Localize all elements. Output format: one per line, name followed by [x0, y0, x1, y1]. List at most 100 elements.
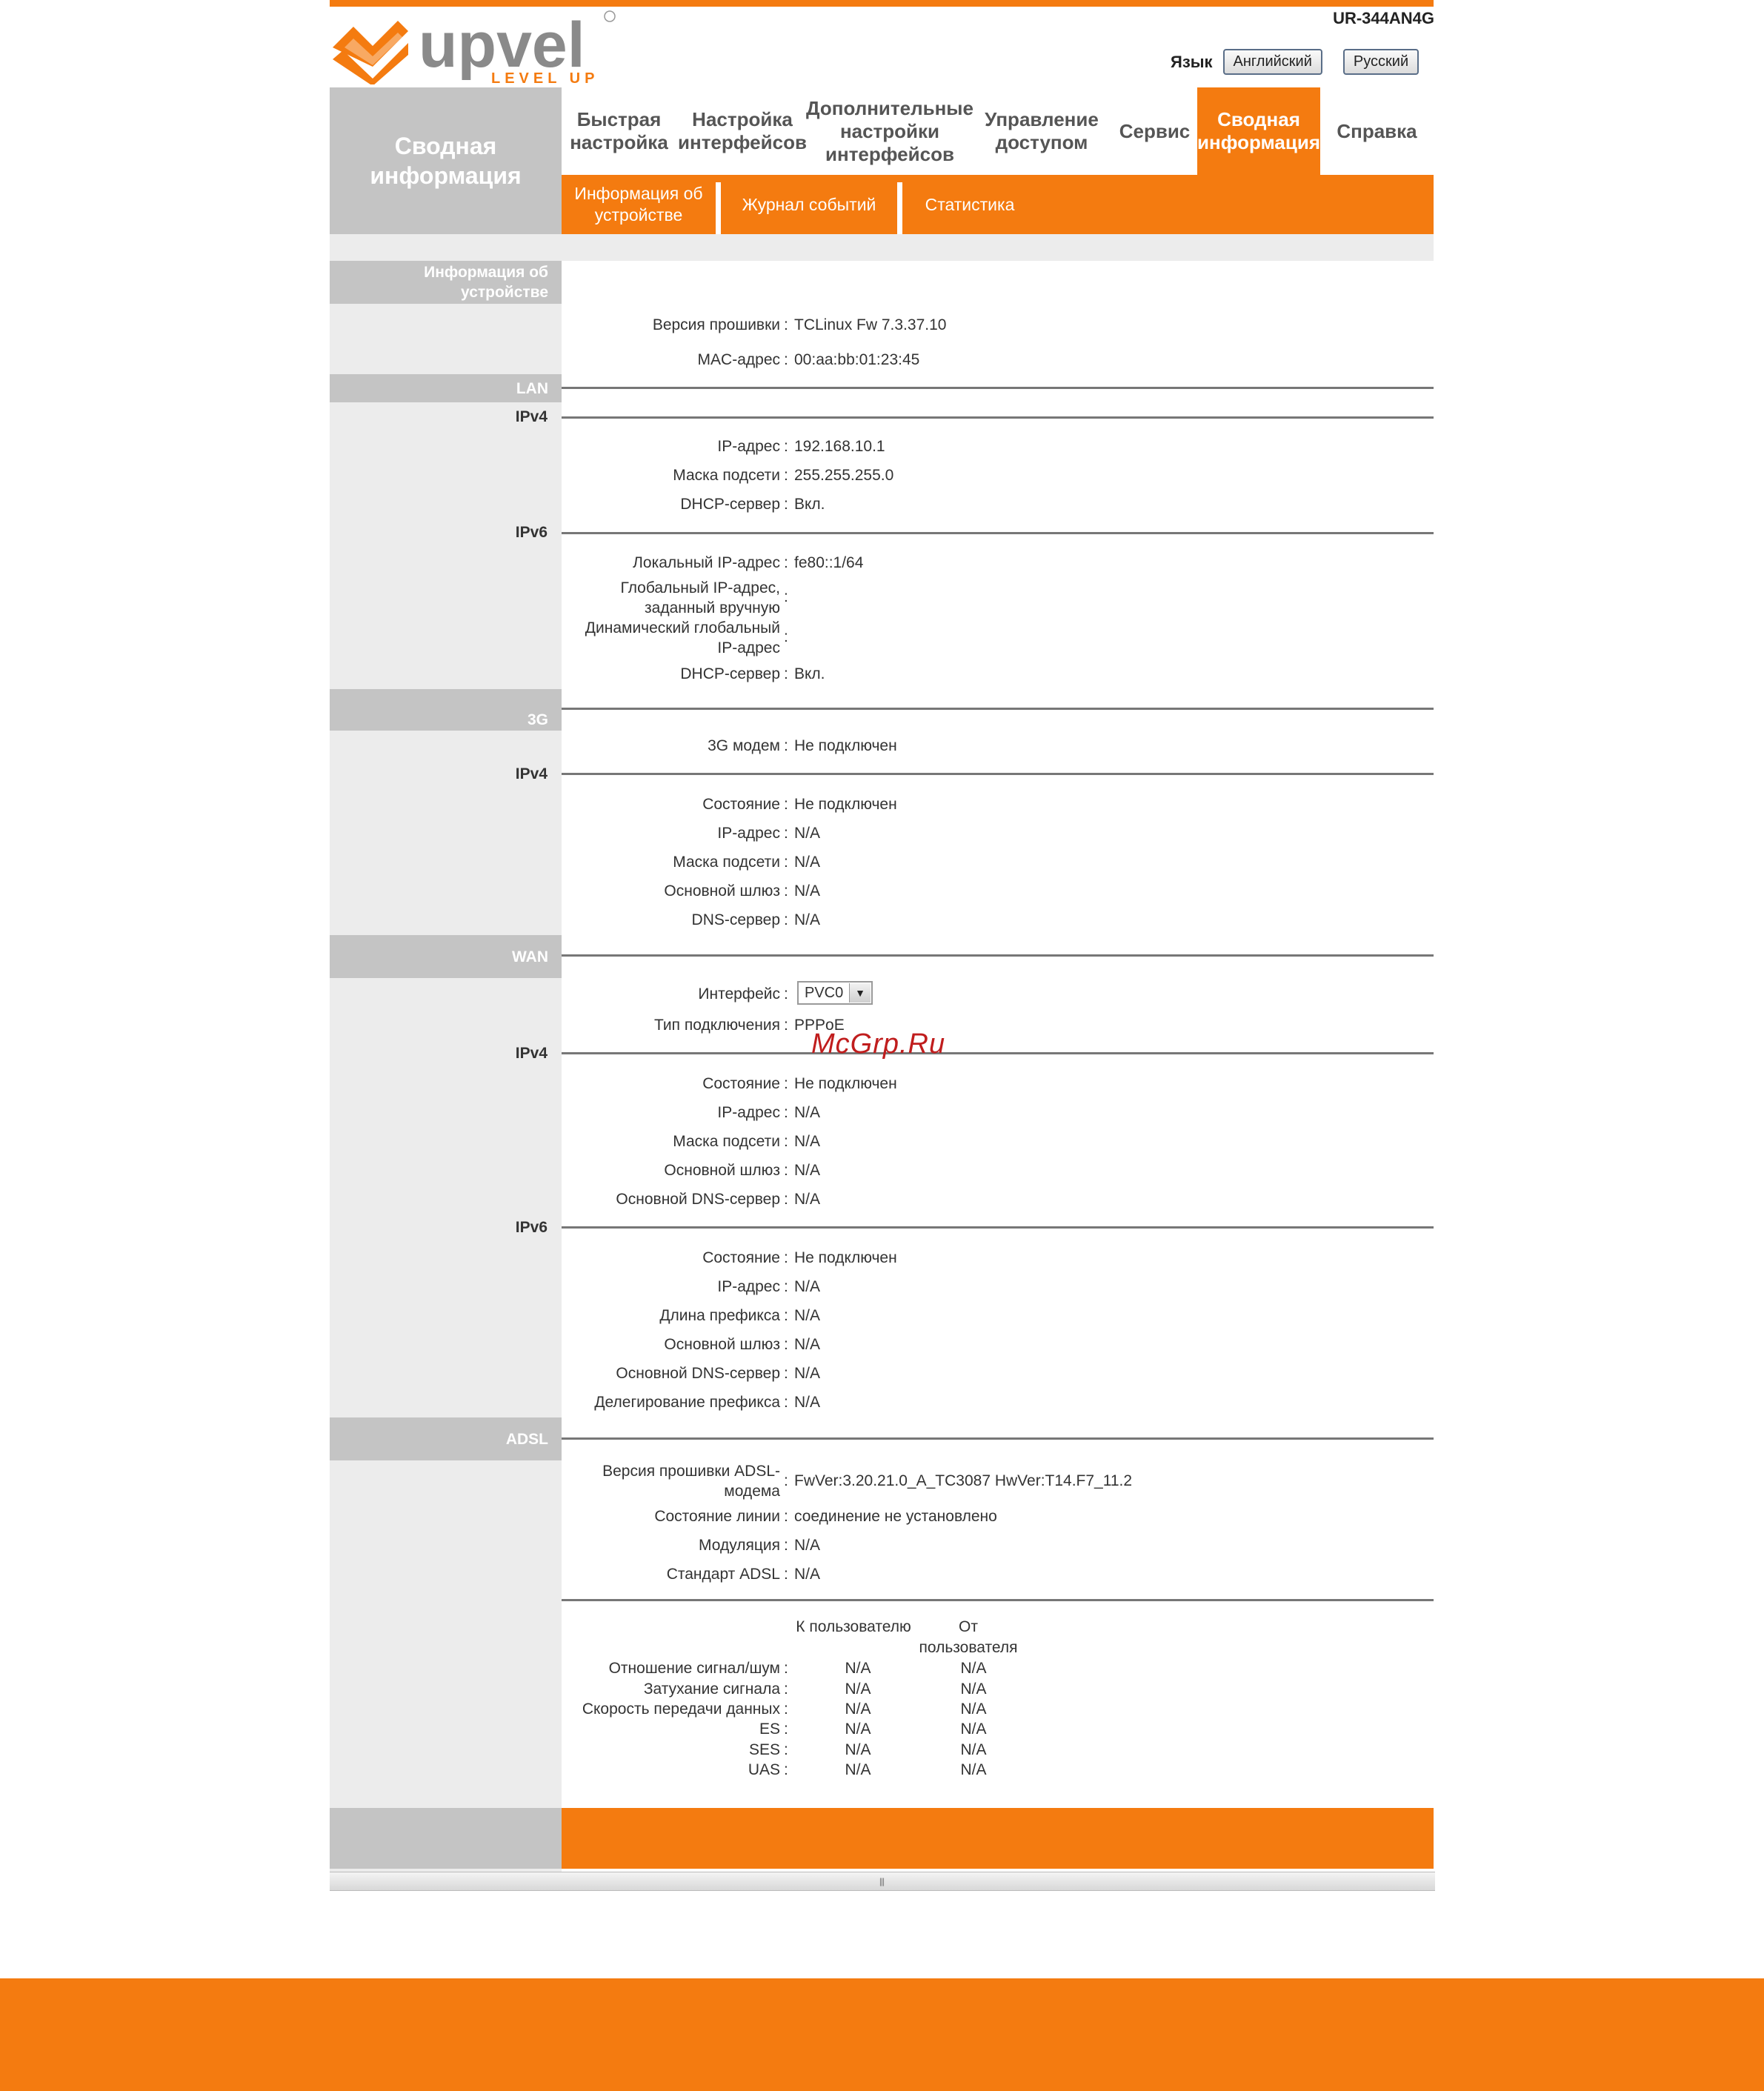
- divider: [562, 954, 1434, 957]
- stat-label: SES: [748, 1741, 780, 1758]
- footer-left: [330, 1808, 562, 1869]
- page-bottom-band: [0, 1978, 1764, 2091]
- interface-select[interactable]: PVC0 ▼: [797, 981, 873, 1005]
- stat-up: N/A: [960, 1660, 987, 1677]
- stat-up: N/A: [960, 1761, 987, 1778]
- field-value: Не подключен: [794, 796, 897, 813]
- scrollbar-grip-icon[interactable]: |||: [852, 1876, 911, 1886]
- field-label: Делегирование префикса: [594, 1394, 780, 1411]
- nav-help[interactable]: Справка: [1320, 87, 1434, 175]
- section-device-info-header: Информация об устройстве: [330, 261, 562, 304]
- field-value: N/A: [794, 1566, 821, 1583]
- subtab-event-log[interactable]: Журнал событий: [721, 175, 897, 234]
- section-title: LAN: [516, 379, 548, 397]
- nav-maintenance[interactable]: Сервис: [1112, 87, 1197, 175]
- field-label: Локальный IP-адрес: [633, 554, 780, 571]
- nav-access-management[interactable]: Управление доступом: [971, 87, 1112, 175]
- field-label: Основной шлюз: [664, 1336, 780, 1353]
- field-value: fe80::1/64: [794, 554, 864, 571]
- stat-up: N/A: [960, 1721, 987, 1738]
- divider: [562, 532, 1434, 534]
- section-title: WAN: [512, 948, 548, 965]
- subtab-statistics[interactable]: Статистика: [902, 175, 1037, 234]
- divider: [562, 708, 1434, 710]
- field-value: N/A: [794, 1104, 821, 1121]
- subtab-divider: [897, 182, 902, 234]
- field-value: Вкл.: [794, 665, 825, 682]
- field-label: Основной шлюз: [664, 882, 780, 900]
- english-language-button[interactable]: Английский: [1222, 49, 1322, 75]
- field-value: N/A: [794, 1133, 821, 1150]
- field-value: Не подключен: [794, 737, 897, 754]
- content-top-spacer: [330, 234, 1434, 261]
- nav-interface-setup[interactable]: Настройка интерфейсов: [676, 87, 808, 175]
- field-value: N/A: [794, 854, 821, 871]
- language-label: Язык: [1171, 52, 1213, 71]
- subtab-device-info[interactable]: Информация об устройстве: [562, 175, 716, 234]
- field-value: N/A: [794, 1365, 821, 1382]
- field-label: 3G модем: [708, 737, 780, 754]
- section-title: ADSL: [505, 1430, 548, 1448]
- page-title: Сводная информация: [330, 87, 562, 234]
- stat-down: N/A: [845, 1721, 871, 1738]
- field-label: Тип подключения: [654, 1017, 780, 1034]
- upvel-logo[interactable]: upvel LEVEL UP: [330, 9, 619, 87]
- field-value: 00:aa:bb:01:23:45: [794, 351, 920, 368]
- divider: [562, 416, 1434, 419]
- field-label: Маска подсети: [673, 854, 780, 871]
- chevron-down-icon[interactable]: ▼: [849, 983, 871, 1003]
- sub-nav: Информация об устройстве Журнал событий …: [562, 175, 1434, 234]
- field-label: Интерфейс: [698, 985, 780, 1003]
- subtab-divider: [716, 182, 721, 234]
- field-label: Длина префикса: [659, 1307, 780, 1324]
- field-label: IP-адрес: [717, 1104, 780, 1121]
- lan-ipv6-label: IPv6: [515, 524, 547, 541]
- section-adsl-header: ADSL: [330, 1417, 562, 1460]
- select-value: PVC0: [805, 984, 844, 1001]
- russian-language-button[interactable]: Русский: [1342, 49, 1419, 75]
- field-value: N/A: [794, 1191, 821, 1208]
- brand-tagline: LEVEL UP: [491, 70, 599, 84]
- section-title: 3G: [527, 711, 548, 728]
- stat-label: Затухание сигнала: [643, 1681, 780, 1698]
- field-label: IP-адрес: [717, 438, 780, 455]
- column-header-upstream: От пользователя: [919, 1618, 1018, 1656]
- top-accent-bar: [330, 0, 1434, 7]
- stat-up: N/A: [960, 1701, 987, 1718]
- field-label: IP-адрес: [717, 825, 780, 842]
- field-label: MAC-адрес: [697, 351, 780, 368]
- lan-ipv4-label: IPv4: [515, 408, 547, 425]
- nav-status-active[interactable]: Сводная информация: [1197, 87, 1320, 175]
- language-switcher: Язык Английский Русский: [1171, 49, 1419, 75]
- divider: [562, 773, 1434, 775]
- divider: [562, 1226, 1434, 1229]
- field-value: N/A: [794, 1162, 821, 1179]
- footer-bar: [562, 1808, 1434, 1869]
- 3g-ipv4-label: IPv4: [515, 765, 547, 782]
- field-value: 255.255.255.0: [794, 467, 894, 484]
- upvel-logo-mark: upvel LEVEL UP: [333, 10, 616, 87]
- field-label: Модуляция: [699, 1537, 780, 1554]
- field-value: N/A: [794, 1307, 821, 1324]
- divider: [562, 1599, 1434, 1601]
- divider: [562, 1052, 1434, 1054]
- divider: [562, 1437, 1434, 1440]
- stat-label: Скорость передачи данных: [582, 1701, 780, 1718]
- field-value: FwVer:3.20.21.0_A_TC3087 HwVer:T14.F7_11…: [794, 1472, 1133, 1489]
- wan-ipv4-label: IPv4: [515, 1045, 547, 1062]
- field-value: N/A: [794, 825, 821, 842]
- main-nav: Быстрая настройка Настройка интерфейсов …: [562, 87, 1434, 175]
- section-3g-header: 3G: [330, 689, 562, 731]
- field-label: Динамический глобальный IP-адрес: [585, 619, 780, 656]
- field-label: Состояние: [702, 1249, 780, 1266]
- field-value: N/A: [794, 911, 821, 928]
- left-sidebar: [330, 261, 562, 1873]
- section-lan-header: LAN: [330, 374, 562, 402]
- wan-ipv6-label: IPv6: [515, 1219, 547, 1236]
- field-value: Не подключен: [794, 1249, 897, 1266]
- stat-label: Отношение сигнал/шум: [608, 1660, 780, 1677]
- nav-quick-setup[interactable]: Быстрая настройка: [562, 87, 676, 175]
- nav-advanced-setup[interactable]: Дополнительные настройки интерфейсов: [806, 87, 973, 175]
- field-label: Стандарт ADSL: [666, 1566, 780, 1583]
- horizontal-scrollbar[interactable]: |||: [330, 1872, 1435, 1891]
